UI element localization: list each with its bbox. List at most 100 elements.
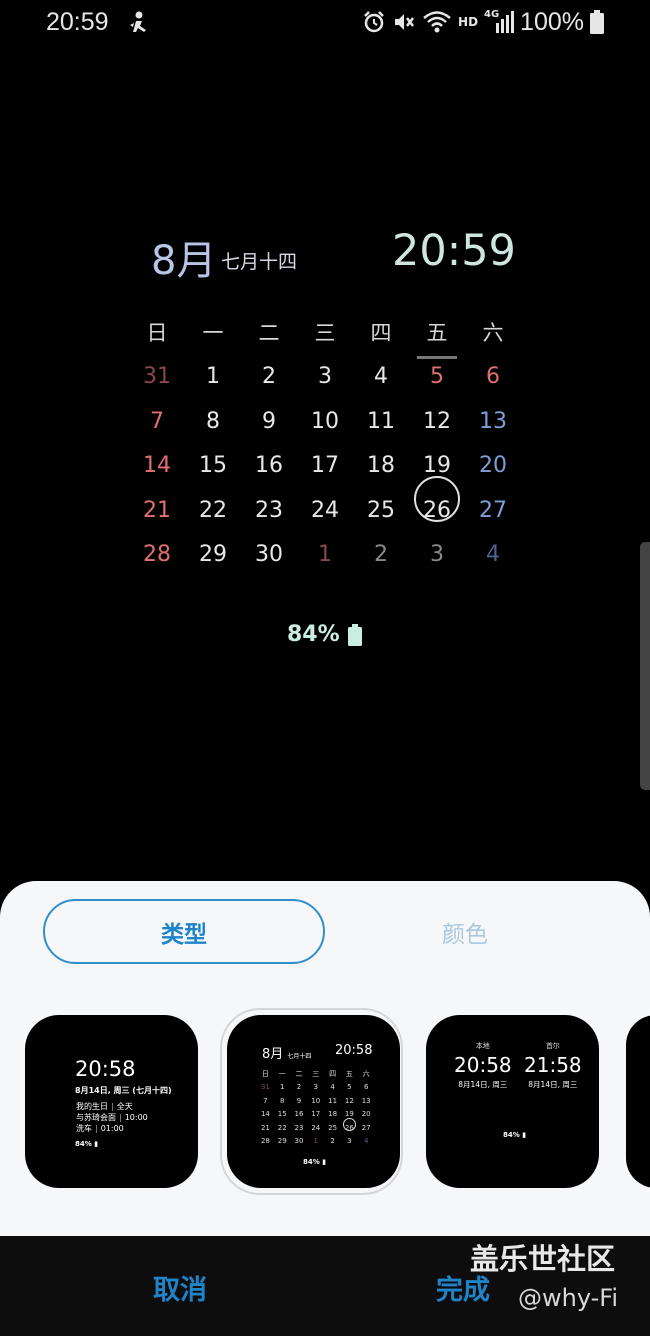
thumb-lunar: 七月十四 — [287, 1053, 312, 1060]
tab-color[interactable]: 颜色 — [370, 899, 560, 964]
today-ring — [414, 475, 460, 522]
weekday-label: 五 — [345, 1069, 353, 1078]
signal-group: 4G — [484, 9, 515, 35]
calendar-day: 13 — [361, 1096, 371, 1105]
calendar-day: 22 — [277, 1123, 287, 1132]
clock-style-option-dual-clock[interactable]: 本地 20:58 8月14日, 周三 首尔 21:58 8月14日, 周三 84… — [426, 1015, 599, 1188]
watermark-handle: @why-Fi — [518, 1284, 619, 1312]
calendar-week-row: 31 1 2 3 4 5 6 — [129, 355, 521, 400]
calendar-day: 21 — [260, 1123, 270, 1132]
battery-icon — [347, 623, 362, 646]
calendar-day: 4 — [330, 1083, 335, 1092]
status-time: 20:59 — [46, 8, 109, 36]
weekday-label: 六 — [362, 1069, 370, 1078]
clock-style-option-partial[interactable] — [626, 1015, 650, 1188]
calendar-day: 27 — [361, 1123, 371, 1132]
calendar-week-row: 21 22 23 24 25 26 27 — [129, 475, 521, 533]
local-clock: 本地 20:58 8月14日, 周三 — [454, 1041, 512, 1090]
local-city-label: 本地 — [475, 1042, 490, 1050]
calendar-day: 14 — [143, 453, 171, 479]
bottom-action-bar: 取消 完成 盖乐世社区 @why-Fi — [0, 1236, 650, 1336]
thumb-event: 我的生日 | 全天 — [76, 1102, 133, 1111]
calendar-day: 17 — [311, 453, 339, 479]
calendar-day: 19 — [423, 453, 451, 479]
calendar-day: 28 — [260, 1137, 270, 1146]
tab-type[interactable]: 类型 — [43, 899, 325, 964]
calendar-day: 5 — [347, 1083, 352, 1092]
thumb-month: 8月 七月十四 — [262, 1043, 311, 1062]
thumb-battery-text: 84% — [75, 1140, 92, 1148]
event-time: 01:00 — [100, 1124, 124, 1133]
cancel-button[interactable]: 取消 — [153, 1268, 207, 1307]
calendar-day: 1 — [279, 1083, 285, 1092]
battery-icon: ▮ — [94, 1140, 99, 1148]
style-picker-sheet: 类型 颜色 20:58 8月14日, 周三 (七月十四) 我的生日 | 全天 与苏琦… — [0, 881, 650, 1236]
event-time: 全天 — [116, 1102, 133, 1111]
calendar-day: 12 — [423, 408, 451, 434]
weekday-label: 日 — [146, 321, 168, 346]
calendar-week-row: 14 15 16 17 18 19 20 — [129, 444, 521, 489]
weekday-label: 二 — [258, 321, 280, 346]
thumb-date: 8月14日, 周三 (七月十四) — [75, 1086, 172, 1095]
weekday-label: 一 — [202, 321, 224, 346]
weekday-label: 二 — [295, 1069, 303, 1078]
local-date: 8月14日, 周三 — [458, 1080, 508, 1089]
calendar-day: 4 — [374, 364, 388, 390]
weekday-label: 三 — [312, 1069, 320, 1078]
calendar-day: 22 — [199, 497, 227, 523]
calendar-day: 24 — [311, 1123, 321, 1132]
event-name: 洗车 — [76, 1124, 92, 1133]
calendar-day: 4 — [486, 542, 500, 568]
calendar-day: 15 — [277, 1110, 287, 1119]
thumb-week-row: 28 29 30 1 2 3 4 — [257, 1135, 375, 1149]
clock-style-option-events[interactable]: 20:58 8月14日, 周三 (七月十四) 我的生日 | 全天 与苏琦会面 | 10:… — [25, 1015, 198, 1188]
calendar-day: 10 — [311, 408, 339, 434]
clock-style-option-calendar[interactable]: 8月 七月十四 20:58 日 一 二 三 四 五 六 31 1 2 3 4 5… — [227, 1015, 400, 1188]
thumb-calendar: 日 一 二 三 四 五 六 31 1 2 3 4 5 6 7 8 9 10 11… — [257, 1067, 375, 1148]
local-time: 20:58 — [454, 1053, 512, 1077]
status-battery-text: 100% — [520, 7, 584, 36]
calendar-week-row: 7 8 9 10 11 12 13 — [129, 399, 521, 444]
calendar-day: 15 — [199, 453, 227, 479]
calendar-day: 11 — [328, 1096, 338, 1105]
calendar-day-today: 26 — [409, 475, 465, 523]
calendar: 日 一 二 三 四 五 六 31 1 2 3 4 5 6 7 8 9 10 11… — [129, 310, 521, 577]
battery-level: 84% — [287, 622, 340, 647]
signal-icon — [496, 11, 515, 33]
calendar-day: 1 — [318, 542, 332, 568]
seoul-date: 8月14日, 周三 — [528, 1080, 578, 1089]
thumb-event: 洗车 | 01:00 — [76, 1124, 124, 1133]
thumb-event: 与苏琦会面 | 10:00 — [76, 1113, 148, 1122]
calendar-day: 25 — [328, 1123, 338, 1132]
hd-label: HD — [458, 15, 479, 29]
weekday-label-today: 五 — [409, 317, 465, 360]
seoul-city-label: 首尔 — [545, 1042, 560, 1050]
edge-panel-handle[interactable] — [640, 542, 650, 790]
calendar-day: 13 — [479, 408, 507, 434]
calendar-day: 17 — [311, 1110, 321, 1119]
thumb-week-row: 21 22 23 24 25 26 27 — [257, 1117, 375, 1135]
seoul-clock: 首尔 21:58 8月14日, 周三 — [524, 1041, 582, 1090]
calendar-day: 8 — [279, 1096, 285, 1105]
thumb-week-row: 31 1 2 3 4 5 6 — [257, 1081, 375, 1095]
thumb-battery-text: 84% — [303, 1158, 320, 1166]
thumb-weekday-row: 日 一 二 三 四 五 六 — [257, 1067, 375, 1081]
wifi-icon — [423, 11, 451, 33]
watermark-title: 盖乐世社区 — [470, 1242, 616, 1276]
calendar-day-today: 26 — [341, 1117, 358, 1132]
weekday-label: 三 — [314, 321, 336, 346]
weekday-label: 五 — [426, 321, 448, 346]
event-time: 10:00 — [124, 1113, 148, 1122]
calendar-day: 31 — [260, 1083, 270, 1092]
calendar-day: 16 — [255, 453, 283, 479]
calendar-day: 30 — [294, 1137, 304, 1146]
calendar-week-row: 28 29 30 1 2 3 4 — [129, 533, 521, 578]
calendar-day: 4 — [363, 1137, 369, 1146]
thumb-battery: 84% ▮ — [303, 1158, 326, 1166]
today-weekday-underline — [417, 356, 457, 360]
battery-icon — [590, 10, 604, 34]
calendar-day: 30 — [255, 542, 283, 568]
event-name: 我的生日 — [76, 1102, 108, 1111]
calendar-day: 8 — [206, 408, 220, 434]
calendar-day: 16 — [294, 1110, 304, 1119]
